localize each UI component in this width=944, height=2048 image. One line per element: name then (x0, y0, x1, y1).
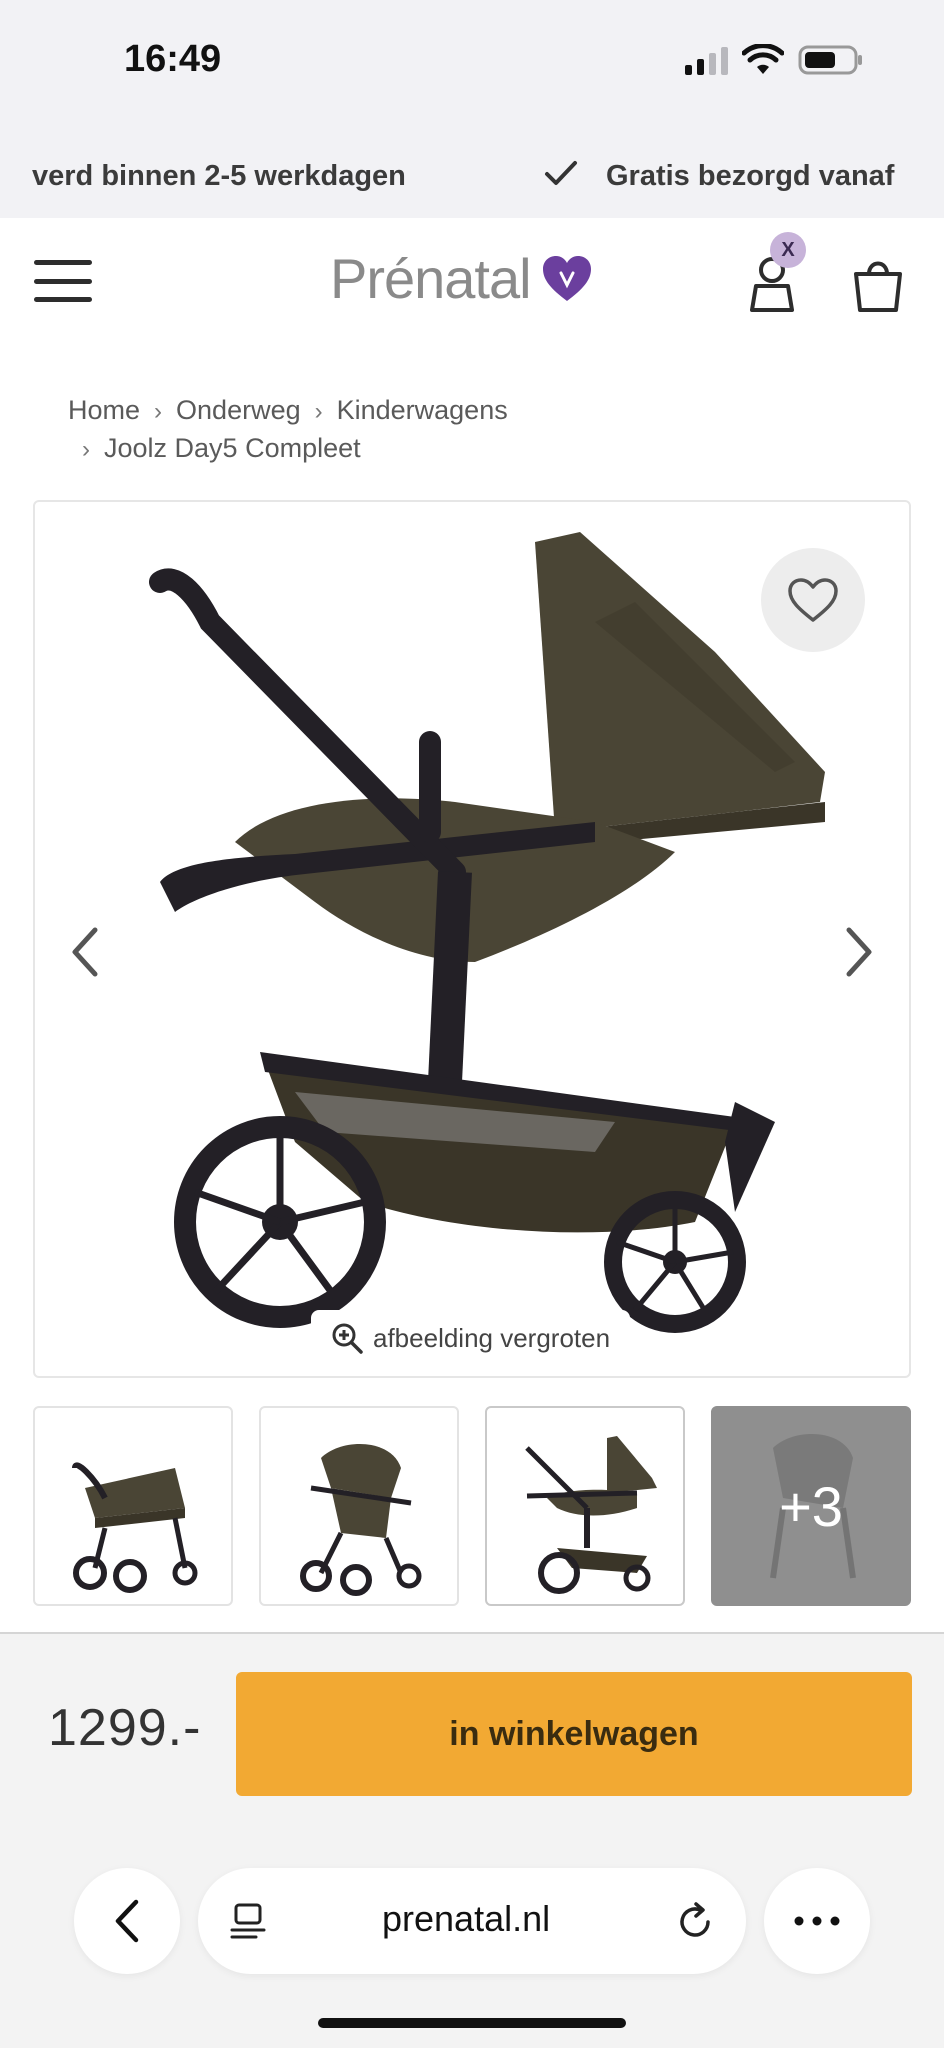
thumbnail-3-selected[interactable] (485, 1406, 685, 1606)
zoom-image-button[interactable]: afbeelding vergroten (311, 1310, 631, 1366)
stroller-thumbnail (525, 1436, 657, 1594)
chevron-right-icon[interactable] (839, 922, 879, 982)
status-bar: 16:49 (0, 0, 944, 130)
menu-icon[interactable] (34, 260, 92, 302)
wishlist-button[interactable] (761, 548, 865, 652)
heart-icon (788, 578, 838, 622)
breadcrumb-onderweg[interactable]: Onderweg (176, 395, 301, 425)
breadcrumb-current: Joolz Day5 Compleet (104, 433, 361, 463)
browser-back-button[interactable] (74, 1868, 180, 1974)
status-icons (685, 44, 864, 76)
promo-delivery-text: verd binnen 2-5 werkdagen (32, 160, 406, 192)
wifi-icon (742, 44, 784, 74)
thumbnail-1[interactable] (33, 1406, 233, 1606)
breadcrumb-kinderwagens[interactable]: Kinderwagens (337, 395, 508, 425)
promo-ticker: verd binnen 2-5 werkdagen Gratis bezorgd… (0, 130, 944, 218)
add-to-cart-button[interactable]: in winkelwagen (236, 1672, 912, 1796)
more-dots-icon (794, 1916, 840, 1926)
stroller-thumbnail (72, 1462, 198, 1593)
brand-logo[interactable]: Prénatal (330, 246, 593, 311)
product-image-gallery[interactable]: afbeelding vergroten (33, 500, 911, 1378)
browser-more-button[interactable] (764, 1868, 870, 1974)
thumbnail-more[interactable]: +3 (711, 1406, 911, 1606)
status-time: 16:49 (124, 38, 222, 80)
promo-free-delivery-text: Gratis bezorgd vanaf (606, 160, 895, 192)
chevron-left-icon (115, 1899, 139, 1943)
breadcrumb-separator: › (154, 398, 163, 425)
product-price: 1299.- (48, 1699, 202, 1757)
account-badge: X (770, 232, 806, 268)
breadcrumb-home[interactable]: Home (68, 395, 140, 425)
thumbnail-strip: +3 (33, 1406, 911, 1606)
breadcrumb-separator: › (314, 398, 323, 425)
stroller-thumbnail (300, 1444, 422, 1596)
reader-mode-icon[interactable] (230, 1902, 266, 1942)
battery-icon (798, 45, 862, 75)
thumbnail-2[interactable] (259, 1406, 459, 1606)
address-bar[interactable]: prenatal.nl (198, 1868, 746, 1974)
zoom-label: afbeelding vergroten (373, 1322, 611, 1353)
shopping-bag-icon[interactable] (852, 248, 904, 318)
more-images-count: +3 (779, 1474, 843, 1538)
logo-text: Prénatal (330, 247, 532, 310)
site-header: Prénatal X (0, 218, 944, 342)
cellular-signal-icon (685, 45, 728, 75)
breadcrumb: Home › Onderweg › Kinderwagens › Joolz Day5 C… (68, 392, 508, 468)
chevron-left-icon[interactable] (65, 922, 105, 982)
zoom-in-icon (332, 1323, 363, 1354)
reload-icon[interactable] (676, 1900, 716, 1942)
home-indicator (318, 2018, 626, 2028)
heart-logo-icon (542, 255, 591, 301)
url-text: prenatal.nl (382, 1898, 551, 1939)
checkmark-icon (545, 161, 577, 185)
breadcrumb-separator: › (82, 436, 90, 463)
